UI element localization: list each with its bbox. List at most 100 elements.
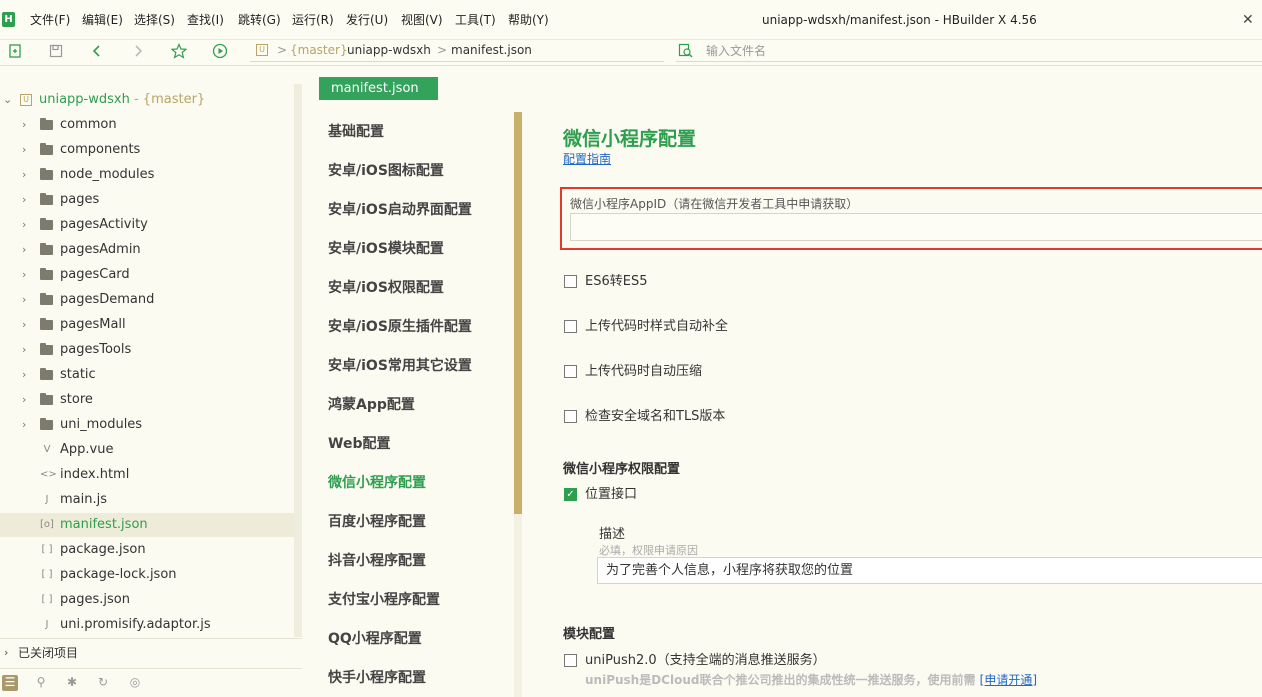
chevron-right-icon[interactable]: ›	[22, 388, 26, 412]
menu-edit[interactable]: 编辑(E)	[82, 12, 123, 28]
menu-select[interactable]: 选择(S)	[134, 12, 175, 28]
config-nav-item[interactable]: 支付宝小程序配置	[328, 590, 440, 610]
close-icon[interactable]: ✕	[1242, 12, 1254, 28]
save-icon[interactable]	[47, 42, 65, 60]
config-nav-item[interactable]: 快手小程序配置	[328, 668, 426, 688]
folder-icon	[40, 343, 53, 355]
config-nav-item[interactable]: 微信小程序配置	[328, 473, 426, 493]
menu-goto[interactable]: 跳转(G)	[238, 12, 281, 28]
chevron-right-icon[interactable]: ›	[22, 113, 26, 137]
back-icon[interactable]	[88, 42, 106, 60]
search-icon[interactable]	[678, 43, 694, 59]
git-icon[interactable]: ↻	[95, 675, 111, 691]
plugin-icon[interactable]: ◎	[127, 675, 143, 691]
config-nav-scrollbar[interactable]	[514, 112, 522, 514]
closed-projects[interactable]: › 已关闭项目	[0, 638, 302, 668]
config-nav-item[interactable]: 安卓/iOS常用其它设置	[328, 356, 472, 376]
menu-view[interactable]: 视图(V)	[401, 12, 443, 28]
tree-item[interactable]: › common	[0, 113, 294, 137]
breadcrumb-branch[interactable]: {master}	[290, 43, 348, 57]
bug-icon[interactable]: ✱	[64, 675, 80, 691]
apply-link[interactable]: [申请开通]	[980, 673, 1037, 687]
tree-item[interactable]: › store	[0, 388, 294, 412]
config-nav-item[interactable]: 安卓/iOS原生插件配置	[328, 317, 472, 337]
new-file-icon[interactable]	[6, 42, 24, 60]
tree-item[interactable]: › pagesDemand	[0, 288, 294, 312]
chevron-right-icon[interactable]: ›	[22, 313, 26, 337]
bike-icon[interactable]: ⚲	[33, 675, 49, 691]
menu-publish[interactable]: 发行(U)	[346, 12, 388, 28]
chevron-right-icon[interactable]: ›	[22, 138, 26, 162]
checkbox[interactable]	[564, 365, 577, 378]
project-icon: U	[256, 44, 268, 56]
menu-find[interactable]: 查找(I)	[187, 12, 224, 28]
config-nav-item[interactable]: 安卓/iOS图标配置	[328, 161, 444, 181]
menu-run[interactable]: 运行(R)	[292, 12, 334, 28]
config-nav-item[interactable]: QQ小程序配置	[328, 629, 422, 649]
chevron-down-icon[interactable]: ⌄	[3, 88, 12, 112]
tree-item[interactable]: › static	[0, 363, 294, 387]
file-search-input[interactable]	[706, 42, 1006, 60]
tree-item[interactable]: Jmain.js	[0, 488, 294, 512]
config-nav-item[interactable]: Web配置	[328, 434, 390, 454]
tree-item[interactable]: <> index.html	[0, 463, 294, 487]
breadcrumb-file[interactable]: manifest.json	[451, 43, 532, 57]
chevron-right-icon[interactable]: ›	[22, 413, 26, 437]
tree-item-label: pagesTools	[60, 342, 132, 357]
checkbox[interactable]	[564, 654, 577, 667]
checkbox[interactable]	[564, 410, 577, 423]
menu-file[interactable]: 文件(F)	[30, 12, 70, 28]
breadcrumb-project[interactable]: uniapp-wdsxh	[347, 43, 431, 57]
checkbox[interactable]	[564, 275, 577, 288]
sidebar-scrollbar[interactable]	[294, 84, 302, 637]
explorer-icon[interactable]: ☰	[2, 675, 18, 691]
tree-item[interactable]: › uni_modules	[0, 413, 294, 437]
tree-item[interactable]: › node_modules	[0, 163, 294, 187]
tree-item[interactable]: › pagesActivity	[0, 213, 294, 237]
tree-item[interactable]: [ ] pages.json	[0, 588, 294, 612]
config-nav-item[interactable]: 百度小程序配置	[328, 512, 426, 532]
chevron-right-icon[interactable]: ›	[22, 188, 26, 212]
breadcrumb-separator: >	[437, 43, 448, 57]
tree-project-root[interactable]: ⌄ U uniapp-wdsxh - {master}	[0, 88, 294, 112]
config-nav-item[interactable]: 安卓/iOS模块配置	[328, 239, 444, 259]
tree-item[interactable]: › pagesCard	[0, 263, 294, 287]
config-nav-item[interactable]: 安卓/iOS权限配置	[328, 278, 444, 298]
tree-item[interactable]: › pagesAdmin	[0, 238, 294, 262]
config-nav-item[interactable]: 抖音小程序配置	[328, 551, 426, 571]
tree-item[interactable]: › components	[0, 138, 294, 162]
chevron-right-icon[interactable]: ›	[22, 338, 26, 362]
chevron-right-icon[interactable]: ›	[22, 263, 26, 287]
window-title: uniapp-wdsxh/manifest.json - HBuilder X …	[762, 13, 1037, 27]
tree-item-label: pagesActivity	[60, 217, 148, 232]
menu-tools[interactable]: 工具(T)	[455, 12, 496, 28]
tree-item[interactable]: [ ] package-lock.json	[0, 563, 294, 587]
checkbox[interactable]	[564, 320, 577, 333]
checkbox-checked[interactable]: ✓	[564, 488, 577, 501]
chevron-right-icon[interactable]: ›	[22, 288, 26, 312]
config-nav-item[interactable]: 基础配置	[328, 122, 384, 142]
chevron-right-icon[interactable]: ›	[22, 363, 26, 387]
tree-item[interactable]: › pagesTools	[0, 338, 294, 362]
config-nav-item[interactable]: 鸿蒙App配置	[328, 395, 415, 415]
chevron-right-icon[interactable]: ›	[22, 213, 26, 237]
description-input[interactable]: 为了完善个人信息，小程序将获取您的位置	[597, 557, 1262, 584]
appid-input[interactable]	[570, 213, 1262, 241]
config-nav-item[interactable]: 安卓/iOS启动界面配置	[328, 200, 472, 220]
forward-icon[interactable]	[129, 42, 147, 60]
chevron-right-icon[interactable]: ›	[22, 163, 26, 187]
tree-item[interactable]: [o] manifest.json	[0, 513, 294, 537]
menu-help[interactable]: 帮助(Y)	[508, 12, 549, 28]
config-guide-link[interactable]: 配置指南	[563, 150, 611, 167]
tree-item[interactable]: › pagesMall	[0, 313, 294, 337]
tab-manifest[interactable]: manifest.json	[319, 77, 438, 100]
run-icon[interactable]	[211, 42, 229, 60]
tree-item[interactable]: Juni.promisify.adaptor.js	[0, 613, 294, 637]
tree-item[interactable]: › pages	[0, 188, 294, 212]
star-icon[interactable]	[170, 42, 188, 60]
chevron-right-icon[interactable]: ›	[22, 238, 26, 262]
tree-item[interactable]: [ ] package.json	[0, 538, 294, 562]
tree-item[interactable]: V App.vue	[0, 438, 294, 462]
tree-item-label: uni_modules	[60, 417, 143, 432]
chevron-right-icon[interactable]: ›	[4, 639, 8, 667]
